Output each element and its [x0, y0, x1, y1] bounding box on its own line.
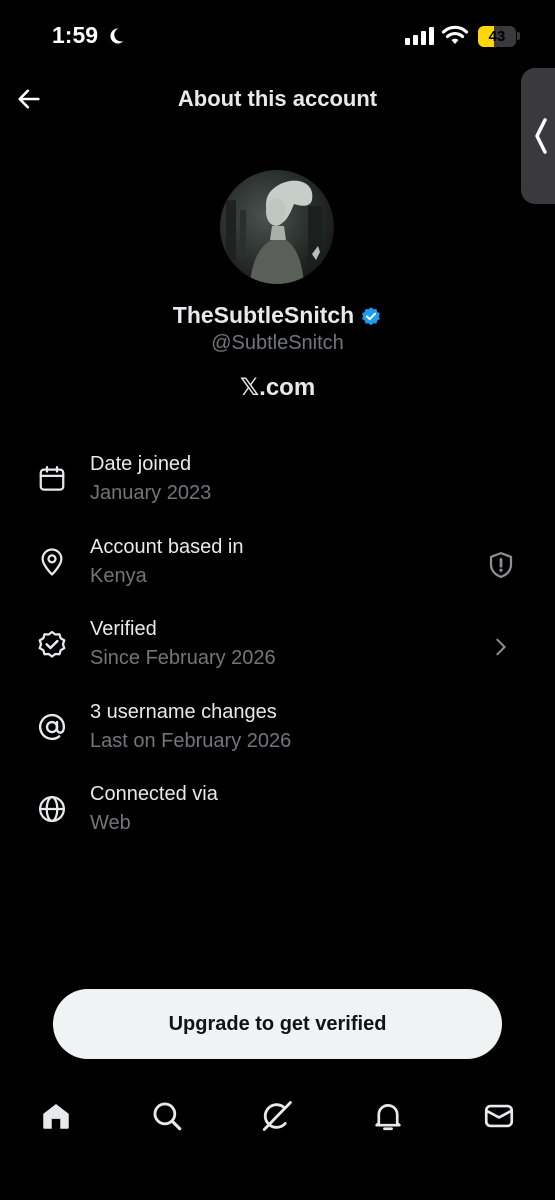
profile-avatar[interactable] [220, 170, 334, 284]
nav-messages[interactable] [479, 1096, 519, 1136]
info-title: Date joined [90, 453, 192, 475]
location-accuracy-info-button[interactable] [484, 548, 518, 582]
status-bar: 1:59 43 [0, 0, 555, 72]
battery-indicator: 43 [478, 26, 516, 47]
chevron-left-icon [535, 118, 547, 154]
edge-panel-handle[interactable] [521, 68, 555, 204]
moon-icon [110, 27, 124, 43]
nav-search[interactable] [147, 1096, 187, 1136]
nav-home[interactable] [36, 1096, 76, 1136]
info-subtitle: Since February 2026 [90, 647, 276, 669]
verified-badge-icon [362, 306, 381, 325]
grok-icon [262, 1101, 292, 1131]
info-title: 3 username changes [90, 701, 277, 723]
platform-name: 𝕏.com [239, 374, 316, 401]
upgrade-to-verified-button[interactable]: Upgrade to get verified [53, 989, 502, 1059]
info-subtitle: Last on February 2026 [90, 730, 292, 752]
info-title: Account based in [90, 536, 244, 558]
avatar-image [220, 170, 334, 284]
info-row-account-location: Account based in Kenya [0, 536, 555, 606]
status-time-text: 1:59 [52, 22, 99, 48]
notifications-bell-icon [375, 1104, 401, 1131]
page-title: About this account [177, 86, 378, 111]
about-account-screen: 1:59 43 About this account TheSubtleSnit… [0, 0, 555, 1200]
status-time: 1:59 [52, 22, 126, 49]
username-handle: @SubtleSnitch [211, 332, 344, 354]
info-subtitle: Web [90, 812, 131, 834]
nav-notifications[interactable] [368, 1096, 408, 1136]
verified-check-icon [34, 626, 70, 662]
info-subtitle: January 2023 [90, 482, 212, 504]
info-title: Verified [90, 618, 157, 640]
display-name: TheSubtleSnitch [172, 302, 355, 328]
info-row-connected-via: Connected via Web [0, 783, 555, 853]
messages-envelope-icon [484, 1104, 514, 1128]
shield-alert-icon [489, 552, 513, 578]
globe-icon [34, 791, 70, 827]
info-row-verified[interactable]: Verified Since February 2026 [0, 618, 555, 688]
location-pin-icon [34, 544, 70, 580]
display-name-row: TheSubtleSnitch [0, 302, 555, 329]
cellular-signal-icon [405, 27, 434, 45]
calendar-icon [34, 461, 70, 497]
wifi-icon [441, 25, 469, 44]
nav-grok[interactable] [257, 1096, 297, 1136]
home-icon [43, 1103, 69, 1129]
info-row-username-changes: 3 username changes Last on February 2026 [0, 701, 555, 771]
battery-level: 43 [488, 28, 506, 45]
search-icon [153, 1102, 182, 1131]
info-title: Connected via [90, 783, 218, 805]
info-row-date-joined: Date joined January 2023 [0, 453, 555, 523]
at-sign-icon [34, 709, 70, 745]
battery-tip [517, 32, 520, 40]
chevron-right-icon [484, 630, 518, 664]
info-subtitle: Kenya [90, 565, 147, 587]
